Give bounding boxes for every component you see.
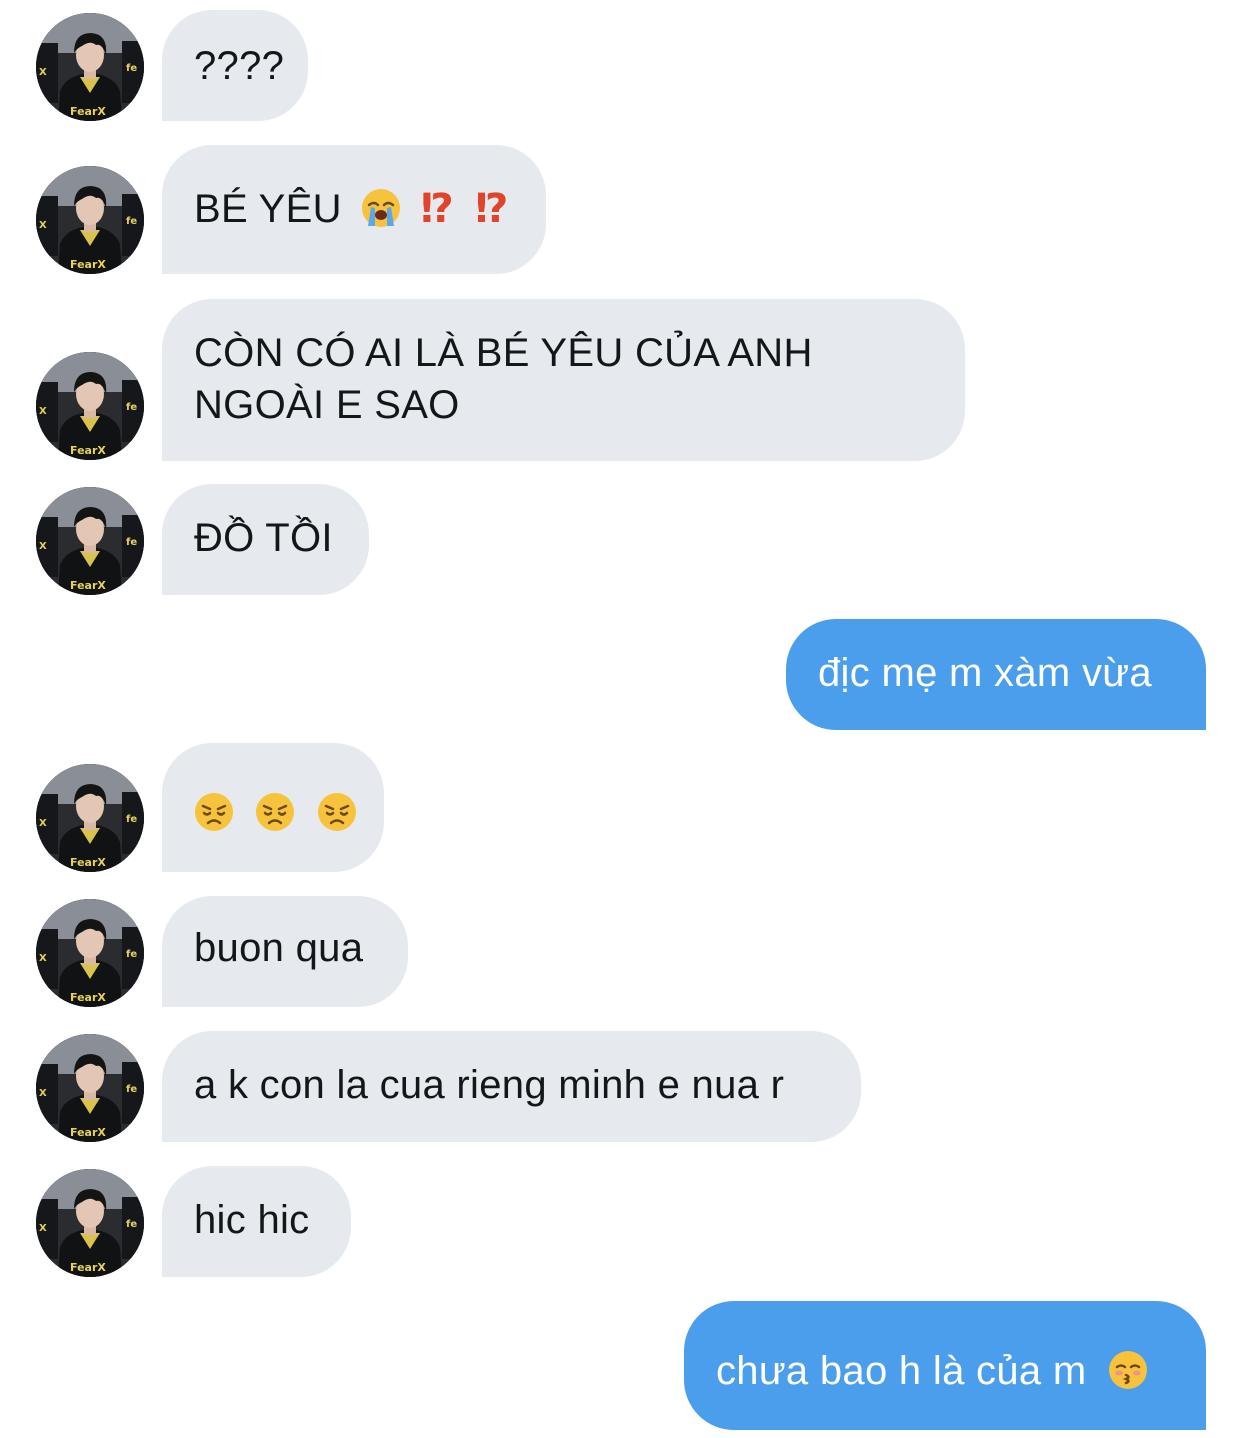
message-bubble-incoming[interactable]: hic hic <box>162 1166 351 1277</box>
avatar-image <box>36 764 144 872</box>
avatar-image <box>36 487 144 595</box>
message-text: ???? <box>194 44 285 88</box>
message-text: ĐỒ TỒI <box>194 516 333 560</box>
message-bubble-incoming[interactable]: buon qua <box>162 896 408 1007</box>
message-bubble-incoming[interactable]: CÒN CÓ AI LÀ BÉ YÊU CỦA ANH NGOÀI E SAO <box>162 299 965 461</box>
message-text: hic hic <box>194 1198 310 1242</box>
message-bubble-incoming[interactable]: BÉ YÊU ⁉ ⁉ <box>162 145 546 274</box>
message-text-line: CÒN CÓ AI LÀ BÉ YÊU CỦA ANH <box>194 331 813 375</box>
message-bubble-incoming[interactable]: ???? <box>162 10 308 121</box>
message-text-line: NGOÀI E SAO <box>194 383 460 427</box>
avatar-image <box>36 1169 144 1277</box>
avatar[interactable] <box>36 13 144 121</box>
message-text: BÉ YÊU <box>194 187 342 231</box>
disappointed-face-icon <box>317 792 357 832</box>
avatar[interactable] <box>36 1034 144 1142</box>
kissing-face-with-closed-eyes-icon <box>1108 1350 1148 1390</box>
message-bubble-outgoing[interactable]: chưa bao h là của m <box>684 1301 1206 1430</box>
avatar-image <box>36 899 144 1007</box>
avatar-image <box>36 13 144 121</box>
avatar[interactable] <box>36 352 144 460</box>
message-text: địc mẹ m xàm vừa <box>818 651 1152 695</box>
exclamation-question-mark-icon: ⁉ <box>420 186 454 232</box>
disappointed-face-icon <box>194 792 234 832</box>
avatar[interactable] <box>36 764 144 872</box>
disappointed-face-icon <box>255 792 295 832</box>
avatar[interactable] <box>36 1169 144 1277</box>
message-bubble-incoming[interactable]: a k con la cua rieng minh e nua r <box>162 1031 861 1142</box>
message-text: chưa bao h là của m <box>716 1349 1087 1393</box>
exclamation-question-mark-icon: ⁉ <box>475 186 508 232</box>
message-bubble-incoming[interactable] <box>162 743 384 872</box>
message-bubble-outgoing[interactable]: địc mẹ m xàm vừa <box>786 619 1206 730</box>
message-text: a k con la cua rieng minh e nua r <box>194 1063 785 1107</box>
avatar-image <box>36 166 144 274</box>
avatar[interactable] <box>36 166 144 274</box>
avatar-image <box>36 352 144 460</box>
avatar-image <box>36 1034 144 1142</box>
message-text: buon qua <box>194 926 364 970</box>
avatar[interactable] <box>36 899 144 1007</box>
avatar[interactable] <box>36 487 144 595</box>
message-bubble-incoming[interactable]: ĐỒ TỒI <box>162 484 369 595</box>
loudly-crying-face-icon <box>361 188 401 228</box>
